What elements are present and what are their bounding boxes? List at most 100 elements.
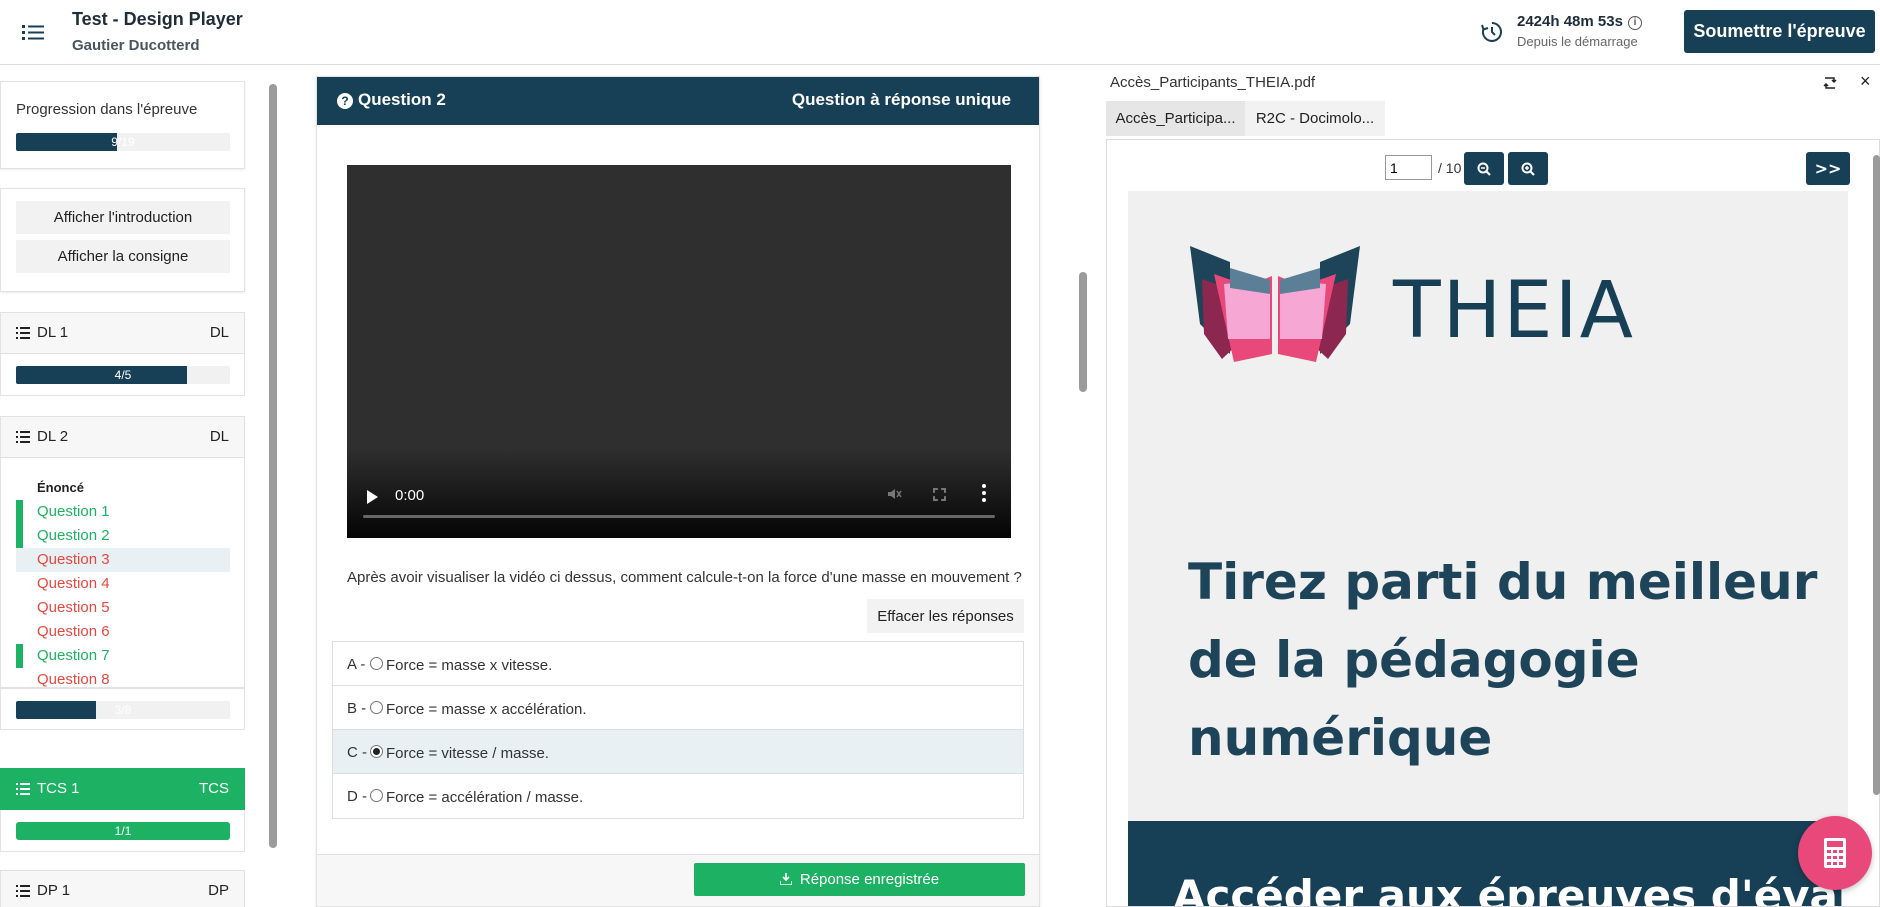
submit-exam-button[interactable]: Soumettre l'épreuve [1684,10,1875,53]
question-panel: ? Question 2 Question à réponse unique 0… [316,76,1040,907]
question-list: Énoncé Question 1 Question 2 Question 3 … [16,476,230,692]
section-title: TCS 1 [37,780,80,797]
answered-marker [16,500,23,524]
timer-refresh-icon [1481,22,1502,42]
app-title: Test - Design Player [72,9,243,29]
answered-marker [16,524,23,548]
list-icon [16,783,30,795]
option-letter: A - [347,656,366,673]
answer-saved-label: Réponse enregistrée [799,871,940,888]
show-introduction-button[interactable]: Afficher l'introduction [16,201,230,234]
viewer-scrollbar[interactable] [1873,155,1880,795]
more-vertical-icon[interactable] [982,484,986,502]
volume-icon[interactable] [886,486,902,502]
progress-fill: 4/5 [16,366,188,384]
section-code: DP [208,882,229,899]
progress-fill: 3/8 [16,701,131,719]
section-code: DL [209,324,229,341]
video-seek-bar[interactable] [363,515,995,518]
video-time: 0:00 [395,487,425,504]
section-title: DL 2 [37,428,69,445]
section-tcs1-header[interactable]: TCS 1 TCS [0,768,245,810]
video-player[interactable]: 0:00 [347,165,1011,538]
user-name: Gautier Ducotterd [72,37,200,54]
overall-progress-label: Progression dans l'épreuve [16,101,198,118]
zoom-in-button[interactable] [1508,152,1548,185]
question-label: Question 4 [37,575,110,592]
question-label: Question 2 [37,527,110,544]
close-icon[interactable]: × [1860,72,1871,90]
answer-option[interactable]: A - Force = masse x vitesse. [333,642,1023,686]
option-letter: C - [347,744,367,761]
document-tab[interactable]: Accès_Participa... [1106,101,1245,136]
play-icon[interactable] [367,490,378,504]
info-icon[interactable]: i [1628,16,1642,30]
question-item[interactable]: Question 5 [16,596,230,620]
answer-option[interactable]: C - Force = vitesse / masse. [333,730,1023,774]
fullscreen-icon[interactable] [933,488,946,501]
answer-saved-button[interactable]: Réponse enregistrée [694,863,1025,896]
download-icon [779,873,792,885]
radio-button[interactable] [370,701,383,714]
question-scrollbar[interactable] [1079,272,1087,392]
elapsed-time-label: Depuis le démarrage [1517,34,1638,49]
answered-marker [16,644,23,668]
radio-button[interactable] [370,657,383,670]
section-title: DP 1 [37,882,71,899]
section-progress-bar: 3/8 [16,701,230,719]
list-icon [16,885,30,897]
option-text: Force = vitesse / masse. [386,745,549,762]
section-progress-bar: 1/1 [16,822,230,840]
document-tab[interactable]: R2C - Docimolo... [1245,101,1385,136]
answer-option[interactable]: B - Force = masse x accélération. [333,686,1023,730]
section-tcs1-body: 1/1 [0,810,245,852]
calculator-button[interactable] [1798,816,1872,890]
answer-options: A - Force = masse x vitesse. B - Force =… [332,641,1024,819]
page-number-input[interactable] [1385,155,1432,180]
swap-icon[interactable] [1822,76,1838,90]
radio-button[interactable] [370,789,383,802]
zoom-out-button[interactable] [1464,152,1504,185]
list-icon [16,431,30,443]
elapsed-time: 2424h 48m 53s [1517,13,1623,30]
sidebar-scrollbar[interactable] [269,84,277,848]
progress-fill: 9/19 [16,133,135,151]
clear-answers-button[interactable]: Effacer les réponses [867,599,1024,633]
show-instructions-button[interactable]: Afficher la consigne [16,240,230,273]
question-label: Question 6 [37,623,110,640]
section-dl2-header[interactable]: DL 2 DL [0,416,245,458]
list-icon [16,327,30,339]
overall-progress-card: Progression dans l'épreuve 9/19 [0,81,245,169]
question-item[interactable]: Question 1 [16,500,230,524]
question-item[interactable]: Question 2 [16,524,230,548]
section-dl2-body: Énoncé Question 1 Question 2 Question 3 … [0,458,245,688]
question-item[interactable]: Question 6 [16,620,230,644]
question-item[interactable]: Question 4 [16,572,230,596]
section-code: DL [209,428,229,445]
overall-progress-bar: 9/19 [16,133,230,151]
sidebar: Progression dans l'épreuve 9/19 Afficher… [0,66,250,907]
option-text: Force = masse x vitesse. [386,657,553,674]
question-item[interactable]: Question 7 [16,644,230,668]
theia-logo [1190,246,1360,362]
option-letter: D - [347,788,367,805]
section-code: TCS [199,780,229,797]
question-label: Question 8 [37,671,110,688]
list-icon[interactable] [20,20,46,44]
section-dp1-header[interactable]: DP 1 DP [0,870,245,907]
section-progress-bar: 4/5 [16,366,230,384]
zoom-in-icon [1521,162,1535,176]
question-item[interactable]: Question 3 [16,548,230,572]
next-page-button[interactable]: >> [1806,152,1850,185]
calculator-icon [1824,838,1846,868]
pdf-headline: Tirez parti du meilleur de la pédagogie … [1188,553,1818,767]
radio-button[interactable] [370,745,383,758]
pdf-footer-band: Accéder aux épreuves d'évaluati [1128,821,1848,906]
answer-option[interactable]: D - Force = accélération / masse. [333,774,1023,818]
statement-heading[interactable]: Énoncé [16,476,230,500]
question-circle-icon: ? [337,93,353,109]
pdf-page: THEIA Tirez parti du meilleur de la péda… [1128,191,1848,906]
section-dl1-header[interactable]: DL 1 DL [0,312,245,354]
question-label: Question 7 [37,647,110,664]
pdf-brand-name: THEIA [1393,266,1635,356]
